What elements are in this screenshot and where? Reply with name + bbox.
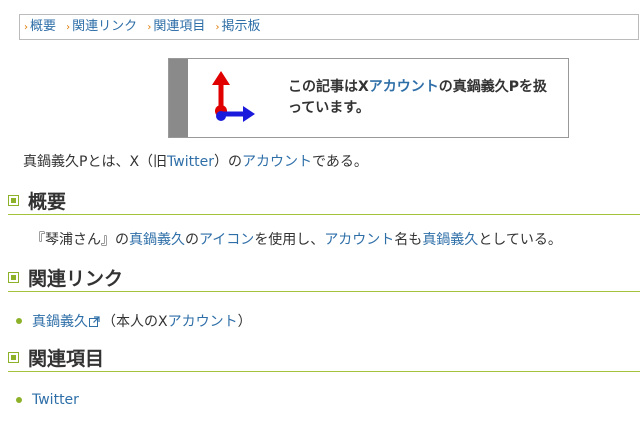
list-item: Twitter (16, 392, 79, 408)
twitter-link[interactable]: Twitter (167, 154, 214, 170)
chevron-right-icon: › (215, 22, 220, 33)
section-title: 関連項目 (28, 347, 105, 370)
twitter-link[interactable]: Twitter (32, 392, 79, 408)
section-marker-icon (8, 351, 19, 363)
breadcrumb-item-bbs[interactable]: › 掲示板 (215, 15, 260, 40)
notice-side-bar (169, 59, 188, 137)
section-title: 概要 (28, 190, 67, 213)
bullet-icon (16, 318, 22, 324)
notice-text: この記事はXアカウントの真鍋義久Pを扱っています。 (288, 79, 548, 116)
overview-paragraph: 『琴浦さん』の真鍋義久のアイコンを使用し、アカウント名も真鍋義久としている。 (31, 232, 562, 248)
manabe-external-link[interactable]: 真鍋義久 (32, 311, 88, 331)
account-link[interactable]: アカウント (324, 232, 394, 248)
section-heading-overview: 概要 (8, 186, 640, 215)
breadcrumb-item-related-links[interactable]: › 関連リンク (66, 15, 137, 40)
x-axis-arrows-icon (188, 59, 288, 137)
bullet-icon (16, 397, 22, 403)
intro-paragraph: 真鍋義久Pとは、X（旧Twitter）のアカウントである。 (23, 154, 368, 170)
manabe-link[interactable]: 真鍋義久 (129, 232, 185, 248)
list-item: 真鍋義久 （本人のX アカウント） (16, 311, 252, 331)
breadcrumb-link[interactable]: 概要 (30, 19, 56, 34)
breadcrumb-item-overview[interactable]: › 概要 (24, 15, 56, 40)
breadcrumb-link[interactable]: 関連リンク (72, 19, 137, 34)
chevron-right-icon: › (66, 22, 71, 33)
section-title: 関連リンク (28, 267, 124, 290)
section-heading-related-links: 関連リンク (8, 263, 640, 292)
breadcrumb-link[interactable]: 掲示板 (221, 19, 260, 34)
section-heading-related-items: 関連項目 (8, 343, 640, 372)
section-marker-icon (8, 271, 19, 283)
breadcrumb: › 概要 › 関連リンク › 関連項目 › 掲示板 (19, 14, 639, 40)
article-notice-box: この記事はXアカウントの真鍋義久Pを扱っています。 (168, 58, 569, 138)
breadcrumb-link[interactable]: 関連項目 (153, 19, 205, 34)
manabe-link[interactable]: 真鍋義久 (422, 232, 478, 248)
account-link[interactable]: アカウント (168, 311, 238, 331)
chevron-right-icon: › (147, 22, 152, 33)
account-link[interactable]: アカウント (369, 79, 439, 95)
icon-link[interactable]: アイコン (199, 232, 254, 248)
breadcrumb-item-related-items[interactable]: › 関連項目 (147, 15, 205, 40)
chevron-right-icon: › (24, 22, 28, 33)
section-marker-icon (8, 194, 19, 206)
external-link-icon (89, 315, 100, 327)
account-link[interactable]: アカウント (242, 154, 312, 170)
